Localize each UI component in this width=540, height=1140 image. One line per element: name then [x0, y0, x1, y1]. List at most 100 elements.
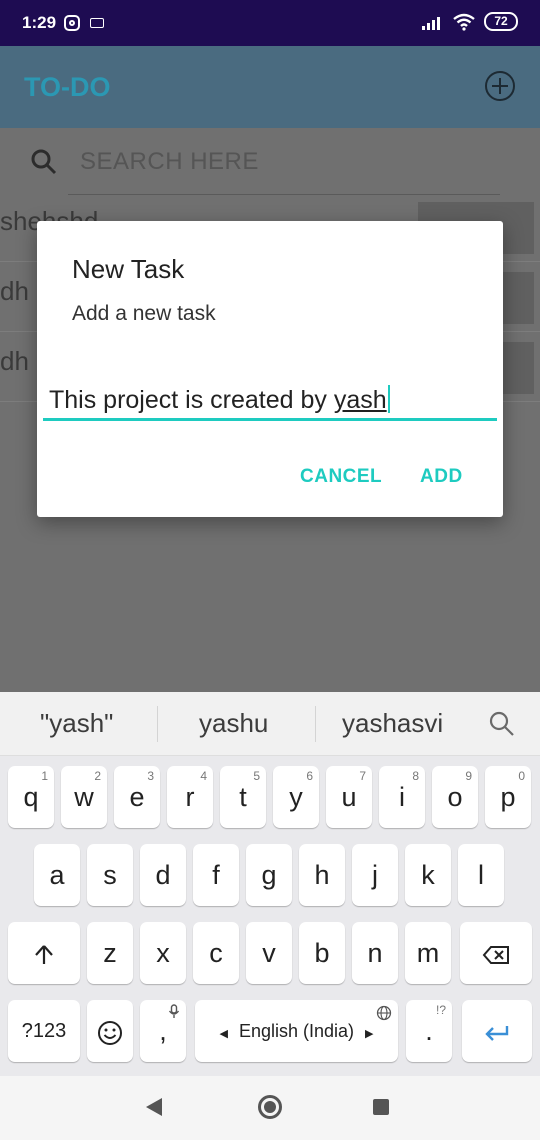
- key-w[interactable]: 2w: [61, 766, 107, 828]
- key-s[interactable]: s: [87, 844, 133, 906]
- key-hint: 0: [518, 769, 525, 783]
- suggestion-item[interactable]: yashasvi: [342, 708, 443, 739]
- suggestion-divider: [315, 706, 316, 742]
- search-bar[interactable]: SEARCH HERE: [0, 128, 540, 195]
- key-label: i: [399, 782, 405, 812]
- key-hint: 6: [306, 769, 313, 783]
- back-icon[interactable]: [146, 1098, 162, 1116]
- key-c[interactable]: c: [193, 922, 239, 984]
- key-k[interactable]: k: [405, 844, 451, 906]
- task-text: dh: [0, 276, 29, 306]
- search-icon: [31, 149, 57, 175]
- signal-icon: [422, 16, 440, 30]
- cancel-button[interactable]: CANCEL: [300, 466, 382, 488]
- suggestion-bar: "yash" yashu yashasvi: [0, 692, 540, 756]
- suggestion-divider: [157, 706, 158, 742]
- key-label: t: [239, 782, 247, 812]
- enter-key[interactable]: [462, 1000, 532, 1062]
- key-u[interactable]: 7u: [326, 766, 372, 828]
- key-n[interactable]: n: [352, 922, 398, 984]
- app-title: TO-DO: [24, 72, 111, 102]
- globe-icon: [376, 1005, 392, 1021]
- status-time: 1:29: [22, 13, 57, 32]
- key-h[interactable]: h: [299, 844, 345, 906]
- key-label: ,: [159, 1016, 167, 1046]
- key-l[interactable]: l: [458, 844, 504, 906]
- status-bar: 1:29 72: [0, 0, 540, 46]
- home-icon[interactable]: [258, 1095, 282, 1119]
- add-button[interactable]: ADD: [420, 466, 463, 488]
- emoji-icon: [98, 1020, 122, 1045]
- key-z[interactable]: z: [87, 922, 133, 984]
- key-p[interactable]: 0p: [485, 766, 531, 828]
- task-input-value: This project is created by yash: [49, 385, 390, 415]
- symbols-key[interactable]: ?123: [8, 1000, 80, 1062]
- key-label: u: [341, 782, 357, 812]
- key-hint: 3: [147, 769, 154, 783]
- key-label: e: [129, 782, 145, 812]
- key-t[interactable]: 5t: [220, 766, 266, 828]
- key-hint: 9: [465, 769, 472, 783]
- key-hint: 4: [200, 769, 207, 783]
- task-input-composing-word: yash: [333, 386, 387, 414]
- key-hint: 5: [253, 769, 260, 783]
- key-label: .: [425, 1016, 433, 1046]
- keyboard-notification-icon: [90, 18, 104, 28]
- task-text: dh: [0, 346, 29, 376]
- key-x[interactable]: x: [140, 922, 186, 984]
- key-y[interactable]: 6y: [273, 766, 319, 828]
- key-hint: 2: [94, 769, 101, 783]
- suggestion-item[interactable]: "yash": [40, 708, 113, 739]
- shift-icon: [35, 945, 53, 964]
- period-key[interactable]: !?.: [406, 1000, 452, 1062]
- status-icons: 72: [422, 12, 518, 31]
- key-r[interactable]: 4r: [167, 766, 213, 828]
- key-hint: !?: [435, 1003, 446, 1017]
- key-f[interactable]: f: [193, 844, 239, 906]
- key-label: w: [74, 782, 94, 812]
- key-hint: 1: [41, 769, 48, 783]
- language-next-arrow: ▶: [365, 1028, 374, 1040]
- dialog-message: Add a new task: [72, 302, 216, 325]
- enter-icon: [485, 1025, 509, 1041]
- language-prev-arrow: ◀: [219, 1028, 228, 1040]
- battery-indicator: 72: [484, 12, 518, 31]
- space-key[interactable]: ◀ English (India) ▶: [195, 1000, 398, 1062]
- backspace-key[interactable]: [460, 922, 532, 984]
- add-task-icon[interactable]: [484, 70, 516, 102]
- key-label: r: [185, 782, 195, 812]
- key-label: o: [447, 782, 463, 812]
- shift-key[interactable]: [8, 922, 80, 984]
- suggestion-item[interactable]: yashu: [199, 708, 268, 739]
- key-label: p: [500, 782, 516, 812]
- key-j[interactable]: j: [352, 844, 398, 906]
- app-bar: TO-DO: [0, 46, 540, 128]
- new-task-dialog: New Task Add a new task This project is …: [37, 221, 503, 517]
- key-e[interactable]: 3e: [114, 766, 160, 828]
- key-label: y: [289, 782, 303, 812]
- key-q[interactable]: 1q: [8, 766, 54, 828]
- recents-icon[interactable]: [373, 1099, 389, 1115]
- key-hint: 7: [359, 769, 366, 783]
- wifi-icon: [453, 13, 475, 31]
- task-input-field[interactable]: This project is created by yash: [43, 381, 497, 421]
- key-b[interactable]: b: [299, 922, 345, 984]
- key-i[interactable]: 8i: [379, 766, 425, 828]
- key-a[interactable]: a: [34, 844, 80, 906]
- search-input[interactable]: SEARCH HERE: [80, 148, 259, 176]
- space-label: English (India): [238, 1021, 355, 1041]
- text-caret: [387, 385, 390, 413]
- key-d[interactable]: d: [140, 844, 186, 906]
- system-nav-bar: [0, 1076, 540, 1140]
- microphone-icon: [168, 1004, 180, 1018]
- key-o[interactable]: 9o: [432, 766, 478, 828]
- key-v[interactable]: v: [246, 922, 292, 984]
- dialog-title: New Task: [72, 254, 185, 284]
- soft-keyboard: 1q 2w 3e 4r 5t 6y 7u 8i 9o 0p a s d f g …: [0, 756, 540, 1076]
- key-m[interactable]: m: [405, 922, 451, 984]
- key-g[interactable]: g: [246, 844, 292, 906]
- emoji-key[interactable]: [87, 1000, 133, 1062]
- keyboard-search-icon[interactable]: [488, 710, 516, 738]
- comma-key[interactable]: ,: [140, 1000, 186, 1062]
- task-input-prefix: This project is created by: [49, 386, 334, 414]
